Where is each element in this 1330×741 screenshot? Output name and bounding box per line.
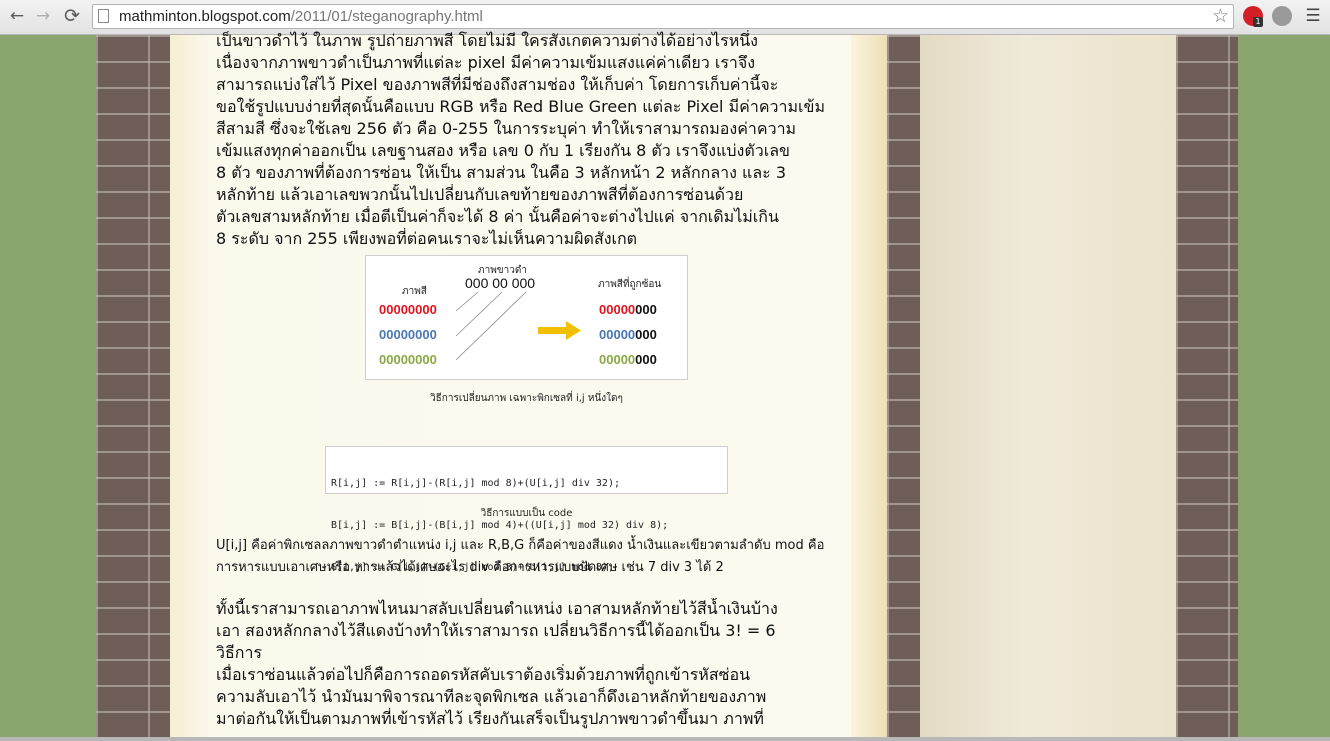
right-arrow-icon (538, 321, 581, 340)
text-line: การหารแบบเอาเศษหรือ หารแล้วได้เศษอะไร di… (216, 560, 724, 575)
film-reel-icon[interactable] (1272, 6, 1292, 26)
back-icon[interactable]: ← (6, 5, 28, 27)
steganography-figure[interactable]: ภาพสี ภาพขาวดำ 000 00 000 ภาพสีที่ถูกซ้อ… (365, 255, 688, 380)
status-strip (0, 737, 1330, 741)
right-suffix-blue: 000 (635, 327, 657, 342)
text-line: เอา สองหลักกลางไว้สีแดงบ้างทำให้เราสามาร… (216, 621, 776, 640)
brick-wall-middle (887, 35, 920, 741)
left-value-red: 00000000 (379, 302, 437, 317)
code-line: B[i,j] := B[i,j]-(B[i,j] mod 4)+((U[i,j]… (331, 520, 669, 531)
text-line: เมื่อเราซ่อนแล้วต่อไปก็คือการถอดรหัสคับเ… (216, 665, 751, 684)
bw-value: 000 00 000 (465, 275, 535, 291)
text-line: ทั้งนี้เราสามารถเอาภาพไหนมาสลับเปลี่ยนตำ… (216, 599, 778, 618)
extension-icon[interactable]: 1 (1243, 6, 1263, 27)
code-block[interactable]: R[i,j] := R[i,j]-(R[i,j] mod 8)+(U[i,j] … (325, 446, 728, 573)
text-line: หลักท้าย แล้วเอาเลขพวกนั้นไปเปลี่ยนกับเล… (216, 185, 744, 204)
right-prefix-blue: 00000 (599, 327, 635, 342)
label-hidden-image: ภาพสีที่ถูกซ้อน (598, 276, 661, 290)
extension-badge: 1 (1253, 17, 1263, 27)
right-suffix-green: 000 (635, 352, 657, 367)
right-prefix-green: 00000 (599, 352, 635, 367)
right-suffix-red: 000 (635, 302, 657, 317)
address-bar[interactable]: mathminton.blogspot.com/2011/01/steganog… (92, 4, 1234, 29)
text-line: ขอใช้รูปแบบง่ายที่สุดนั้นคือแบบ RGB หรือ… (216, 97, 825, 116)
forward-icon[interactable]: → (32, 5, 54, 27)
text-line: 8 ตัว ของภาพที่ต้องการซ่อน ให้เป็น สามส่… (216, 163, 787, 182)
figure-caption: วิธีการเปลี่ยนภาพ เฉพาะพิกเซลที่ i,j หนึ… (430, 393, 623, 404)
text-line: เป็นขาวดำไว้ ในภาพ รูปถ่ายภาพสี โดยไม่มี… (216, 31, 758, 50)
left-value-green: 00000000 (379, 352, 437, 367)
text-line: ความลับเอาไว้ นำมันมาพิจารณาทีละจุดพิกเซ… (216, 687, 767, 706)
text-line: สีสามสี ซึ่งจะใช้เลข 256 ตัว คือ 0-255 ใ… (216, 119, 797, 138)
text-line: มาต่อกันให้เป็นตามภาพที่เข้ารหัสไว้ เรีย… (216, 709, 764, 728)
text-line: ตัวเลขสามหลักท้าย เมื่อตีเป็นค่าก็จะได้ … (216, 207, 779, 226)
text-line: 8 ระดับ จาก 255 เพียงพอที่ต่อคนเราจะไม่เ… (216, 229, 638, 248)
left-value-blue: 00000000 (379, 327, 437, 342)
text-line: สามารถแบ่งใส่ไว้ Pixel ของภาพสีที่มีช่อง… (216, 75, 779, 94)
menu-icon[interactable]: ☰ (1303, 6, 1323, 26)
brick-wall-left (96, 35, 170, 741)
right-prefix-red: 00000 (599, 302, 635, 317)
explanation-paragraph: U[i,j] คือค่าพิกเซลลภาพขาวดำตำแหน่ง i,j … (216, 535, 846, 579)
intro-paragraph: เป็นขาวดำไว้ ในภาพ รูปถ่ายภาพสี โดยไม่มี… (216, 30, 846, 250)
outro-paragraph: ทั้งนี้เราสามารถเอาภาพไหนมาสลับเปลี่ยนตำ… (216, 598, 846, 730)
text-line: เนื่องจากภาพขาวดำเป็นภาพที่แต่ละ pixel ม… (216, 53, 756, 72)
mapping-arrows (455, 291, 527, 361)
url-text[interactable]: mathminton.blogspot.com/2011/01/steganog… (119, 8, 483, 25)
bookmark-star-icon[interactable]: ☆ (1212, 5, 1229, 27)
code-caption: วิธีการแบบเป็น code (480, 508, 573, 519)
text-line: เข้มแสงทุกค่าออกเป็น เลขฐานสอง หรือ เลข … (216, 141, 790, 160)
paper-edge (851, 35, 887, 741)
label-color-image: ภาพสี (402, 285, 427, 297)
sidebar-parchment (920, 35, 1176, 741)
text-line: วิธีการ (216, 643, 263, 662)
right-value-blue: 00000000 (599, 327, 657, 342)
right-value-red: 00000000 (599, 302, 657, 317)
text-line: U[i,j] คือค่าพิกเซลลภาพขาวดำตำแหน่ง i,j … (216, 538, 825, 553)
code-line: R[i,j] := R[i,j]-(R[i,j] mod 8)+(U[i,j] … (331, 478, 620, 489)
brick-wall-right (1176, 35, 1238, 741)
url-path: /2011/01/steganography.html (290, 8, 483, 25)
url-host: mathminton.blogspot.com (119, 8, 291, 25)
page-icon (98, 9, 109, 23)
reload-icon[interactable]: ⟳ (61, 5, 83, 27)
right-value-green: 00000000 (599, 352, 657, 367)
